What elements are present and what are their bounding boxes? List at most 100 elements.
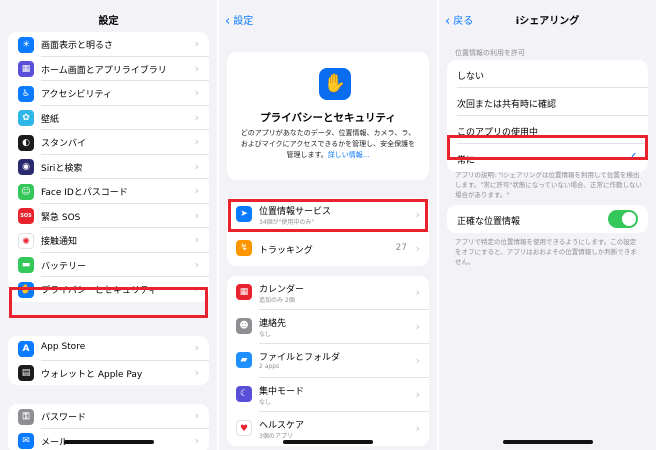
chevron-right-icon: › (415, 320, 420, 333)
privacy-row[interactable]: ▰ ファイルとフォルダ 2 apps › (227, 344, 429, 378)
app-navbar: ‹ 戻る iシェアリング (439, 0, 656, 38)
settings-row-label: 緊急 SOS (41, 212, 81, 223)
exposure-icon: ✺ (18, 232, 34, 249)
chevron-right-icon: › (415, 354, 420, 367)
app-location-panel: ‹ 戻る iシェアリング 位置情報の利用を許可 しない 次回または共有時に確認 このア… (439, 0, 656, 450)
toggle-knob (622, 212, 636, 226)
display-icon: ☀ (18, 36, 34, 53)
precise-location-label: 正確な位置情報 (457, 217, 521, 227)
privacy-row-count: 27 (395, 243, 407, 253)
precise-location-row: 正確な位置情報 (447, 205, 648, 233)
settings-row[interactable]: SOS 緊急 SOS › (8, 204, 209, 228)
accessibility-icon: ♿ (18, 85, 34, 102)
back-button[interactable]: ‹ 設定 (225, 12, 253, 29)
settings-row-label: バッテリー (41, 261, 87, 272)
privacy-row-label: ファイルとフォルダ (259, 353, 341, 363)
settings-row[interactable]: ▬ バッテリー › (8, 253, 209, 277)
privacy-hand-icon: ✋ (319, 68, 351, 100)
section-header: 位置情報の利用を許可 (455, 49, 525, 57)
card-title: プライバシーとセキュリティ (260, 112, 396, 124)
page-title: 設定 (98, 16, 119, 27)
highlight-always-row (447, 135, 648, 160)
settings-row[interactable]: ♿ アクセシビリティ › (8, 81, 209, 106)
settings-row-label: App Store (41, 342, 86, 352)
privacy-row[interactable]: ↯ トラッキング 27 › (227, 232, 429, 266)
location-option-row[interactable]: 次回または共有時に確認 (447, 88, 648, 116)
settings-row-label: 壁紙 (41, 114, 60, 125)
chevron-right-icon: › (194, 365, 199, 379)
settings-row[interactable]: ✿ 壁紙 › (8, 106, 209, 130)
settings-row[interactable]: ⚿ パスワード › (8, 404, 209, 429)
privacy-row[interactable]: ▦ カレンダー追加のみ 2個 › (227, 276, 429, 310)
settings-row-label: ウォレットと Apple Pay (41, 369, 143, 380)
chevron-right-icon: › (194, 37, 199, 50)
settings-row[interactable]: ◉ Siriと検索 › (8, 155, 209, 179)
location-option-label: 次回または共有時に確認 (457, 100, 557, 110)
chevron-right-icon: › (194, 159, 199, 173)
settings-row-label: 画面表示と明るさ (41, 41, 114, 51)
highlight-location-row (228, 199, 428, 232)
page-title: iシェアリング (515, 16, 580, 27)
location-option-label: しない (457, 72, 485, 82)
privacy-row[interactable]: ☻ 連絡先 なし › (227, 310, 429, 344)
privacy-row-label: トラッキング (259, 246, 313, 256)
privacy-row-label: カレンダー (259, 285, 305, 295)
wallet-icon: ▤ (18, 365, 34, 381)
options-footer: アプリの説明: "iシェアリングは位置情報を利用して位置を検出します。"常に許可… (455, 171, 643, 199)
chevron-left-icon: ‹ (225, 14, 231, 29)
app-store-icon: A (18, 340, 34, 357)
settings-row[interactable]: ✺ 接触通知 › (8, 228, 209, 253)
privacy-row[interactable]: ☾ 集中モード なし › (227, 378, 429, 412)
settings-row[interactable]: A App Store › (8, 336, 209, 361)
highlight-privacy-row (9, 287, 208, 318)
card-description: どのアプリがあなたのデータ、位置情報、カメラ、ラ、およびマイクにアクセスできるか… (239, 128, 417, 161)
health-heart-icon: ♥ (236, 420, 252, 436)
settings-row[interactable]: ◐ スタンバイ › (8, 130, 209, 155)
home-indicator (283, 440, 373, 444)
settings-row-label: ホーム画面とアプリライブラリ (41, 65, 167, 76)
settings-panel: 設定 ☀ 画面表示と明るさ › ▦ ホーム画面とアプリライブラリ › ♿ アクセシビリティ › ✿… (0, 0, 217, 450)
precise-location-toggle[interactable] (608, 210, 638, 228)
chevron-right-icon: › (194, 341, 199, 354)
focus-moon-icon: ☾ (236, 386, 252, 402)
chevron-right-icon: › (415, 388, 420, 401)
precise-location-group: 正確な位置情報 (447, 205, 648, 233)
settings-row[interactable]: ▦ ホーム画面とアプリライブラリ › (8, 57, 209, 81)
location-option-row[interactable]: しない (447, 60, 648, 88)
home-indicator (502, 440, 593, 444)
settings-row-label: アクセシビリティ (41, 90, 113, 100)
precise-footer: アプリで特定の位置情報を使用できるようにします。この設定をオフにすると、アプリは… (455, 238, 637, 266)
privacy-navbar: ‹ 設定 (219, 0, 437, 38)
chevron-right-icon: › (415, 422, 420, 435)
settings-row[interactable]: ☺ Face IDとパスコード › (8, 179, 209, 204)
faceid-icon: ☺ (18, 183, 34, 200)
settings-row[interactable]: ▤ ウォレットと Apple Pay › (8, 361, 209, 386)
settings-row-label: スタンバイ (41, 139, 87, 149)
learn-more-link[interactable]: 詳しい情報... (328, 151, 370, 159)
siri-icon: ◉ (18, 159, 34, 175)
sos-icon: SOS (18, 208, 34, 224)
folder-icon: ▰ (236, 352, 252, 368)
privacy-row-subtitle: 追加のみ 2個 (259, 297, 295, 304)
chevron-right-icon: › (194, 184, 199, 197)
chevron-right-icon: › (415, 242, 420, 255)
settings-row-label: パスワード (41, 413, 87, 423)
settings-group-store: A App Store › ▤ ウォレットと Apple Pay › (8, 336, 209, 385)
chevron-right-icon: › (194, 409, 199, 422)
home-indicator (63, 440, 154, 444)
tracking-icon: ↯ (236, 240, 252, 256)
calendar-icon: ▦ (236, 284, 252, 300)
wallpaper-icon: ✿ (18, 110, 34, 126)
settings-row-label: Face IDとパスコード (41, 188, 128, 198)
contacts-icon: ☻ (236, 318, 252, 334)
chevron-right-icon: › (194, 86, 199, 99)
settings-row-label: 接触通知 (41, 237, 78, 247)
settings-row-label: Siriと検索 (41, 163, 83, 174)
privacy-group-data: ▦ カレンダー 追加のみ 2個 › ☻ 連絡先 なし › ▰ ファイルとフォルダ 2 apps › ☾ 集… (227, 276, 429, 446)
settings-row[interactable]: ☀ 画面表示と明るさ › (8, 32, 209, 57)
privacy-row-label: 集中モード (259, 387, 305, 397)
chevron-right-icon: › (415, 286, 420, 299)
privacy-header-card: ✋ プライバシーとセキュリティ どのアプリがあなたのデータ、位置情報、カメラ、ラ… (227, 52, 429, 180)
chevron-right-icon: › (194, 135, 199, 148)
mail-icon: ✉ (18, 433, 34, 449)
